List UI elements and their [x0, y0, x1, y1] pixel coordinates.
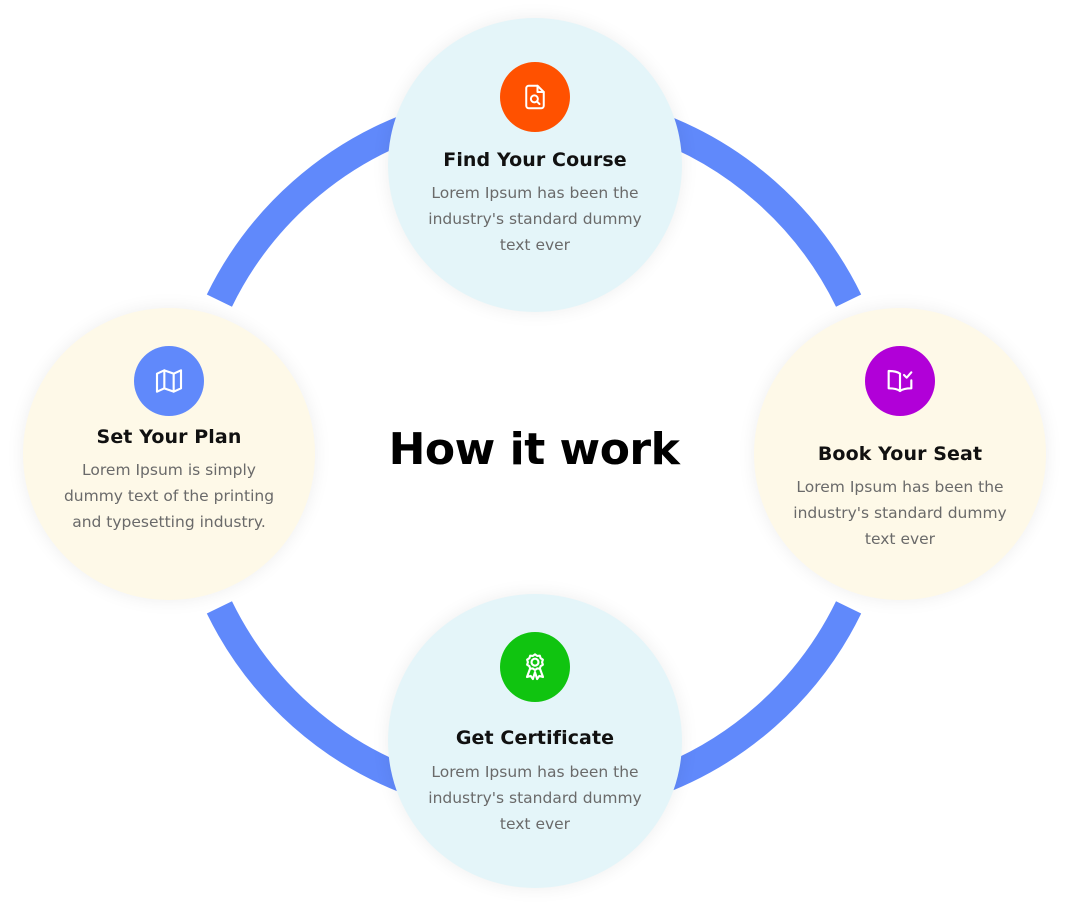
step-find-your-course: Find Your Course Lorem Ipsum has been th… [388, 18, 682, 312]
find-course-badge [500, 62, 570, 132]
step-title: Book Your Seat [817, 443, 983, 465]
step-description: Lorem Ipsum has been the industry's stan… [428, 763, 642, 833]
map-icon [155, 369, 183, 393]
step-description: Lorem Ipsum is simply dummy text of the … [63, 461, 275, 531]
step-title: Find Your Course [443, 149, 627, 171]
book-check-icon [887, 369, 913, 393]
set-plan-badge [134, 346, 204, 416]
certificate-badge [500, 632, 570, 702]
document-search-icon [525, 84, 545, 110]
step-description: Lorem Ipsum has been the industry's stan… [428, 184, 642, 254]
step-get-certificate: Get Certificate Lorem Ipsum has been the… [388, 594, 682, 888]
book-seat-badge [865, 346, 935, 416]
step-title: Set Your Plan [96, 426, 242, 448]
step-title: Get Certificate [455, 727, 615, 749]
step-set-your-plan: Set Your Plan Lorem Ipsum is simply dumm… [23, 308, 315, 600]
step-description: Lorem Ipsum has been the industry's stan… [793, 478, 1007, 548]
step-book-your-seat: Book Your Seat Lorem Ipsum has been the … [754, 308, 1046, 600]
how-it-works-diagram: Find Your Course Lorem Ipsum has been th… [0, 0, 1069, 909]
award-ribbon-icon [525, 653, 545, 681]
page-title: How it work [388, 424, 680, 475]
